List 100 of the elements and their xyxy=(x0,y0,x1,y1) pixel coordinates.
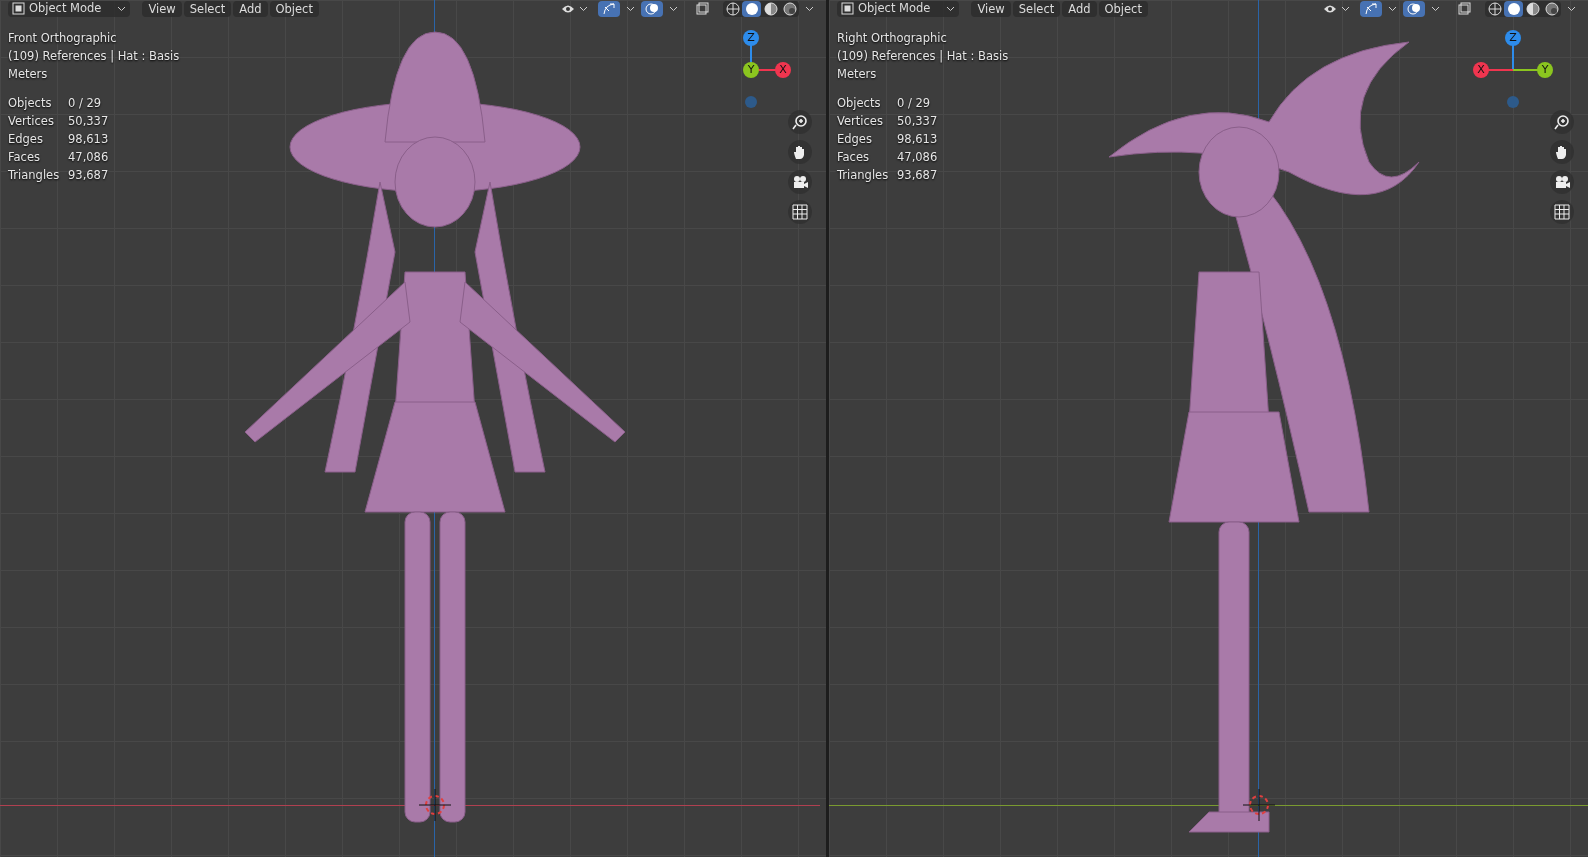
curve-arrow-icon xyxy=(602,2,616,15)
stat-value: 47,086 xyxy=(68,149,110,166)
units-label: Meters xyxy=(8,66,49,83)
shading-mode-button[interactable] xyxy=(780,0,799,17)
zoom-icon xyxy=(1554,114,1570,130)
zoom-button[interactable] xyxy=(788,110,812,134)
xray-icon xyxy=(696,2,709,15)
chevron-down-icon xyxy=(1567,5,1576,12)
stat-label: Faces xyxy=(8,149,41,166)
overlays-toggle[interactable] xyxy=(1403,0,1425,17)
cube-icon xyxy=(841,2,854,15)
axis-dot-icon xyxy=(745,96,757,108)
3d-viewport[interactable]: Object Mode View Select Add Object Front Orthographic (109) References | Hat : Basis Meters Objects 0 / 29 Vertices 50,337 Edges 98,613 Faces 47,086 Triangles 93,687 Z Y X xyxy=(0,0,826,857)
camera-button[interactable] xyxy=(788,170,812,194)
shading-mode-button[interactable] xyxy=(1504,0,1523,17)
stat-label: Vertices xyxy=(837,113,884,130)
shading-sphere-icon xyxy=(782,1,797,16)
chevron-down-icon xyxy=(1341,5,1350,12)
chevron-down-icon xyxy=(669,5,678,12)
shading-mode-button[interactable] xyxy=(1485,0,1504,17)
stat-label: Edges xyxy=(8,131,44,148)
stat-label: Faces xyxy=(837,149,870,166)
shading-mode-button[interactable] xyxy=(742,0,761,17)
chevron-down-icon xyxy=(579,5,588,12)
axis-label[interactable]: Z xyxy=(1505,30,1521,46)
shading-mode-button[interactable] xyxy=(761,0,780,17)
shading-sphere-icon xyxy=(1506,1,1521,16)
shading-sphere-icon xyxy=(763,1,778,16)
shading-mode-button[interactable] xyxy=(1542,0,1561,17)
zoom-button[interactable] xyxy=(1550,110,1574,134)
mode-dropdown[interactable]: Object Mode xyxy=(837,0,960,17)
menu-button[interactable]: Object xyxy=(1098,0,1148,17)
units-label: Meters xyxy=(837,66,878,83)
axis-label[interactable]: X xyxy=(1473,62,1489,78)
axis-dot-icon xyxy=(1507,96,1519,108)
menu-button[interactable]: Select xyxy=(183,0,232,17)
shading-sphere-icon xyxy=(1544,1,1559,16)
axis-label[interactable]: Y xyxy=(1537,62,1553,78)
grid-button[interactable] xyxy=(788,200,812,224)
chevron-down-icon xyxy=(626,5,635,12)
xray-icon xyxy=(1458,2,1471,15)
stat-value: 0 / 29 xyxy=(897,95,932,112)
curve-arrow-icon xyxy=(1364,2,1378,15)
chevron-down-icon xyxy=(946,5,956,12)
hand-button[interactable] xyxy=(788,140,812,164)
menu-button[interactable]: View xyxy=(142,0,182,17)
menu-button[interactable]: Add xyxy=(233,0,268,17)
stat-label: Triangles xyxy=(8,167,61,184)
menu-button[interactable]: Object xyxy=(269,0,319,17)
stat-value: 98,613 xyxy=(897,131,939,148)
stat-value: 50,337 xyxy=(897,113,939,130)
stat-value: 93,687 xyxy=(68,167,110,184)
axis-label[interactable]: Z xyxy=(743,30,759,46)
menu-button[interactable]: Add xyxy=(1062,0,1097,17)
stat-label: Objects xyxy=(8,95,53,112)
menu-button[interactable]: View xyxy=(971,0,1011,17)
hand-button[interactable] xyxy=(1550,140,1574,164)
shading-sphere-icon xyxy=(1525,1,1540,16)
view-name-label: Right Orthographic xyxy=(837,30,948,47)
3d-cursor-icon xyxy=(1242,788,1276,822)
grid-icon xyxy=(1554,204,1570,220)
gizmo-toggle[interactable] xyxy=(1360,0,1382,17)
axis-label[interactable]: X xyxy=(775,62,791,78)
mode-dropdown[interactable]: Object Mode xyxy=(8,0,131,17)
chevron-down-icon xyxy=(805,5,814,12)
shading-sphere-icon xyxy=(1487,1,1502,16)
camera-icon xyxy=(792,174,808,190)
shading-mode-button[interactable] xyxy=(1523,0,1542,17)
stat-label: Vertices xyxy=(8,113,55,130)
3d-viewport[interactable]: Object Mode View Select Add Object Right Orthographic (109) References | Hat : Basis Meters Objects 0 / 29 Vertices 50,337 Edges 98,613 Faces 47,086 Triangles 93,687 Z X Y xyxy=(829,0,1588,857)
shading-sphere-icon xyxy=(725,1,740,16)
stat-label: Objects xyxy=(837,95,882,112)
gizmo-toggle[interactable] xyxy=(598,0,620,17)
collection-label: (109) References | Hat : Basis xyxy=(8,48,180,65)
axis-label[interactable]: Y xyxy=(743,62,759,78)
stat-value: 93,687 xyxy=(897,167,939,184)
shading-mode-button[interactable] xyxy=(723,0,742,17)
overlays-toggle[interactable] xyxy=(641,0,663,17)
stat-value: 50,337 xyxy=(68,113,110,130)
grid-button[interactable] xyxy=(1550,200,1574,224)
chevron-down-icon xyxy=(1388,5,1397,12)
overlapping-circles-icon xyxy=(645,2,659,15)
stat-value: 0 / 29 xyxy=(68,95,103,112)
chevron-down-icon xyxy=(1431,5,1440,12)
collection-label: (109) References | Hat : Basis xyxy=(837,48,1009,65)
stat-value: 98,613 xyxy=(68,131,110,148)
3d-cursor-icon xyxy=(418,788,452,822)
grid-icon xyxy=(792,204,808,220)
overlapping-circles-icon xyxy=(1407,2,1421,15)
stat-value: 47,086 xyxy=(897,149,939,166)
camera-button[interactable] xyxy=(1550,170,1574,194)
chevron-down-icon xyxy=(117,5,127,12)
stat-label: Triangles xyxy=(837,167,890,184)
view-name-label: Front Orthographic xyxy=(8,30,118,47)
zoom-icon xyxy=(792,114,808,130)
stat-label: Edges xyxy=(837,131,873,148)
menu-button[interactable]: Select xyxy=(1012,0,1061,17)
cube-icon xyxy=(12,2,25,15)
camera-icon xyxy=(1554,174,1570,190)
shading-sphere-icon xyxy=(744,1,759,16)
